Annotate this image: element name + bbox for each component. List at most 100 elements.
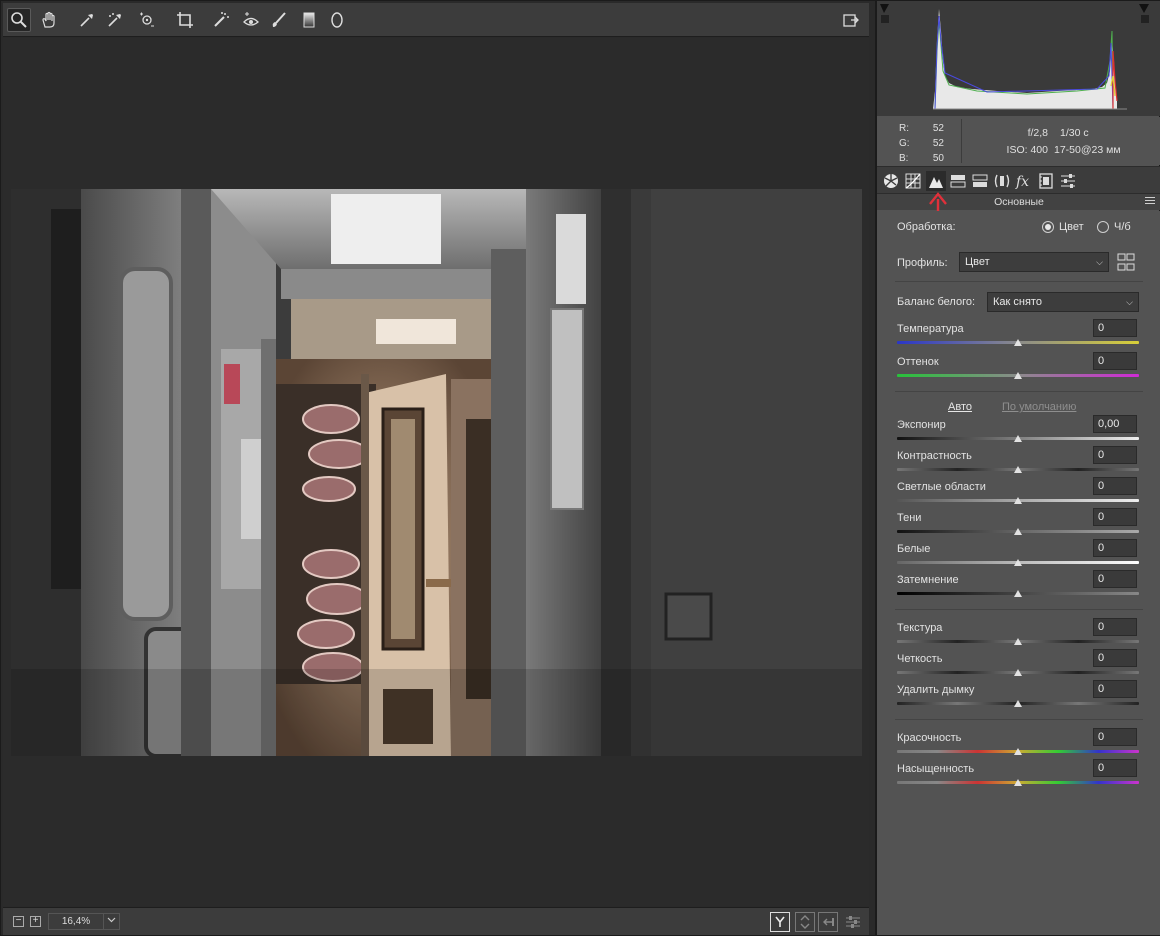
image-canvas[interactable] bbox=[3, 38, 869, 906]
blacks-thumb[interactable] bbox=[1014, 590, 1022, 597]
temperature-thumb[interactable] bbox=[1014, 339, 1022, 346]
shutter-speed: 1/30 с bbox=[1060, 127, 1089, 139]
hsl-icon[interactable] bbox=[948, 171, 968, 191]
b-value: 50 bbox=[932, 153, 944, 164]
shadows-thumb[interactable] bbox=[1014, 528, 1022, 535]
highlights-input[interactable]: 0 bbox=[1093, 477, 1137, 495]
profile-select[interactable]: Цвет ⌵ bbox=[959, 252, 1109, 272]
profile-browser-icon[interactable] bbox=[1117, 253, 1135, 271]
basic-icon[interactable] bbox=[881, 171, 901, 191]
white-balance-icon[interactable] bbox=[75, 8, 99, 32]
presets-icon[interactable] bbox=[1058, 171, 1078, 191]
hand-icon[interactable] bbox=[37, 8, 61, 32]
white-balance-select[interactable]: Как снято ⌵ bbox=[987, 292, 1139, 312]
tint-label: Оттенок bbox=[897, 356, 939, 368]
toolbar bbox=[3, 3, 869, 37]
dehaze-thumb[interactable] bbox=[1014, 700, 1022, 707]
detail-icon[interactable] bbox=[926, 171, 946, 191]
tint-thumb[interactable] bbox=[1014, 372, 1022, 379]
basic-panel: Обработка: Цвет Ч/б Профиль: Цвет ⌵ Бала… bbox=[877, 211, 1160, 935]
clarity-thumb[interactable] bbox=[1014, 669, 1022, 676]
color-radio[interactable] bbox=[1042, 221, 1054, 233]
spot-removal-icon[interactable] bbox=[209, 8, 233, 32]
texture-thumb[interactable] bbox=[1014, 638, 1022, 645]
divider bbox=[895, 609, 1143, 610]
zoom-level[interactable]: 16,4% bbox=[48, 913, 104, 930]
photo-preview[interactable] bbox=[11, 189, 862, 756]
lens-corrections-icon[interactable] bbox=[992, 171, 1012, 191]
clarity-label: Четкость bbox=[897, 653, 943, 665]
camera-raw-window: − + 16,4% R: G: B: 52 52 50 f/2,8 1/30 с… bbox=[0, 0, 1160, 936]
panel-menu-icon[interactable] bbox=[1145, 197, 1155, 207]
adjustment-brush-icon[interactable] bbox=[267, 8, 291, 32]
open-object-icon[interactable] bbox=[839, 8, 863, 32]
bw-radio[interactable] bbox=[1097, 221, 1109, 233]
radial-filter-icon[interactable] bbox=[325, 8, 349, 32]
section-header: Основные bbox=[877, 194, 1160, 210]
profile-value: Цвет bbox=[965, 256, 990, 268]
texture-input[interactable]: 0 bbox=[1093, 618, 1137, 636]
highlights-label: Светлые области bbox=[897, 481, 986, 493]
contrast-thumb[interactable] bbox=[1014, 466, 1022, 473]
right-panel: R: G: B: 52 52 50 f/2,8 1/30 с ISO: 400 17… bbox=[875, 1, 1160, 935]
zoom-icon[interactable] bbox=[7, 8, 31, 32]
whites-label: Белые bbox=[897, 543, 931, 555]
zoom-out-button[interactable]: − bbox=[13, 916, 24, 927]
whites-input[interactable]: 0 bbox=[1093, 539, 1137, 557]
aperture: f/2,8 bbox=[1027, 127, 1048, 139]
swap-before-after-icon[interactable] bbox=[795, 912, 815, 932]
color-option-label: Цвет bbox=[1059, 221, 1084, 233]
info-readout: R: G: B: 52 52 50 f/2,8 1/30 с ISO: 400 17… bbox=[877, 117, 1160, 165]
saturation-thumb[interactable] bbox=[1014, 779, 1022, 786]
vibrance-input[interactable]: 0 bbox=[1093, 728, 1137, 746]
exposure-input[interactable]: 0,00 bbox=[1093, 415, 1137, 433]
chevron-down-icon bbox=[107, 917, 116, 923]
blacks-label: Затемнение bbox=[897, 574, 959, 586]
chevron-down-icon: ⌵ bbox=[1096, 257, 1103, 267]
saturation-input[interactable]: 0 bbox=[1093, 759, 1137, 777]
clarity-input[interactable]: 0 bbox=[1093, 649, 1137, 667]
zoom-in-button[interactable]: + bbox=[30, 916, 41, 927]
split-toning-icon[interactable] bbox=[970, 171, 990, 191]
targeted-adjustment-icon[interactable] bbox=[135, 8, 159, 32]
tone-curve-icon[interactable] bbox=[903, 171, 923, 191]
tint-input[interactable]: 0 bbox=[1093, 352, 1137, 370]
shadows-input[interactable]: 0 bbox=[1093, 508, 1137, 526]
default-link[interactable]: По умолчанию bbox=[1002, 401, 1076, 413]
crop-icon[interactable] bbox=[173, 8, 197, 32]
r-label: R: bbox=[899, 123, 909, 134]
effects-icon[interactable]: fx bbox=[1014, 171, 1034, 191]
exposure-label: Экспонир bbox=[897, 419, 946, 431]
contrast-input[interactable]: 0 bbox=[1093, 446, 1137, 464]
bw-option-label: Ч/б bbox=[1114, 221, 1131, 233]
toggle-settings-icon[interactable] bbox=[843, 912, 863, 932]
before-after-y-icon[interactable] bbox=[770, 912, 790, 932]
g-label: G: bbox=[899, 138, 910, 149]
g-value: 52 bbox=[932, 138, 944, 149]
copy-settings-icon[interactable] bbox=[818, 912, 838, 932]
red-eye-icon[interactable] bbox=[239, 8, 263, 32]
histogram bbox=[877, 1, 1160, 116]
train-corridor-photo bbox=[11, 189, 862, 756]
exposure-thumb[interactable] bbox=[1014, 435, 1022, 442]
highlights-thumb[interactable] bbox=[1014, 497, 1022, 504]
auto-link[interactable]: Авто bbox=[948, 401, 972, 413]
texture-label: Текстура bbox=[897, 622, 943, 634]
zoom-dropdown[interactable] bbox=[103, 913, 120, 930]
dehaze-input[interactable]: 0 bbox=[1093, 680, 1137, 698]
blacks-input[interactable]: 0 bbox=[1093, 570, 1137, 588]
svg-text:fx: fx bbox=[1015, 174, 1029, 189]
chevron-down-icon: ⌵ bbox=[1126, 297, 1133, 307]
temperature-input[interactable]: 0 bbox=[1093, 319, 1137, 337]
white-balance-label: Баланс белого: bbox=[897, 296, 976, 308]
profile-label: Профиль: bbox=[897, 257, 948, 269]
camera-calibration-icon[interactable] bbox=[1036, 171, 1056, 191]
panel-tabs: fx bbox=[877, 166, 1160, 194]
whites-thumb[interactable] bbox=[1014, 559, 1022, 566]
vibrance-thumb[interactable] bbox=[1014, 748, 1022, 755]
temperature-label: Температура bbox=[897, 323, 964, 335]
contrast-label: Контрастность bbox=[897, 450, 972, 462]
color-sampler-icon[interactable] bbox=[103, 8, 127, 32]
graduated-filter-icon[interactable] bbox=[297, 8, 321, 32]
r-value: 52 bbox=[932, 123, 944, 134]
